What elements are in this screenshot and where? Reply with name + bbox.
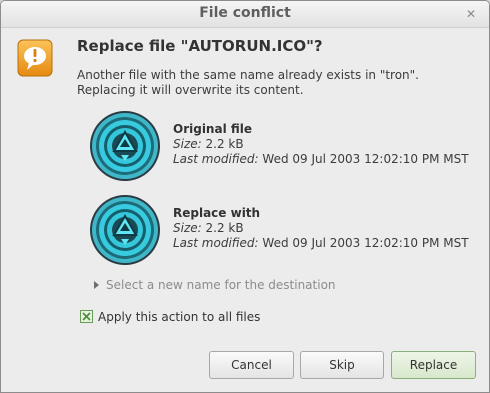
size-value: 2.2 kB: [205, 137, 244, 151]
file-conflict-dialog: File conflict ✕ Replace file "AUTORUN.IC…: [0, 0, 490, 393]
description-line-1: Another file with the same name already …: [77, 68, 419, 82]
apply-all-checkbox-row[interactable]: Apply this action to all files: [80, 310, 260, 324]
original-file-size: Size: 2.2 kB: [173, 137, 244, 151]
replacement-file-icon: [90, 195, 160, 265]
checkmark-icon: [82, 312, 91, 321]
description-line-2: Replacing it will overwrite its content.: [77, 83, 304, 97]
original-file-title: Original file: [173, 122, 253, 136]
expander-arrow-icon: [94, 281, 99, 289]
cancel-button[interactable]: Cancel: [209, 351, 294, 379]
size-label: Size:: [173, 137, 202, 151]
apply-all-checkbox[interactable]: [80, 310, 93, 323]
replacement-file-modified: Last modified: Wed 09 Jul 2003 12:02:10 …: [173, 236, 469, 250]
apply-all-label: Apply this action to all files: [98, 310, 261, 324]
titlebar[interactable]: File conflict ✕: [1, 1, 489, 28]
dialog-description: Another file with the same name already …: [77, 68, 419, 98]
modified-label: Last modified:: [173, 152, 259, 166]
replacement-file-size: Size: 2.2 kB: [173, 221, 244, 235]
original-file-modified: Last modified: Wed 09 Jul 2003 12:02:10 …: [173, 152, 469, 166]
modified-label: Last modified:: [173, 236, 259, 250]
close-icon[interactable]: ✕: [463, 6, 479, 22]
replace-button[interactable]: Replace: [391, 351, 476, 379]
warning-speech-bubble-icon: [17, 39, 53, 77]
rename-expander[interactable]: Select a new name for the destination: [94, 278, 336, 292]
skip-button[interactable]: Skip: [300, 351, 384, 379]
dialog-heading: Replace file "AUTORUN.ICO"?: [77, 37, 323, 55]
replacement-file-title: Replace with: [173, 206, 261, 220]
window-title: File conflict: [199, 5, 291, 21]
size-label: Size:: [173, 221, 202, 235]
expander-label: Select a new name for the destination: [106, 278, 336, 292]
original-file-icon: [90, 111, 160, 181]
modified-value: Wed 09 Jul 2003 12:02:10 PM MST: [262, 152, 469, 166]
modified-value: Wed 09 Jul 2003 12:02:10 PM MST: [262, 236, 469, 250]
size-value: 2.2 kB: [205, 221, 244, 235]
